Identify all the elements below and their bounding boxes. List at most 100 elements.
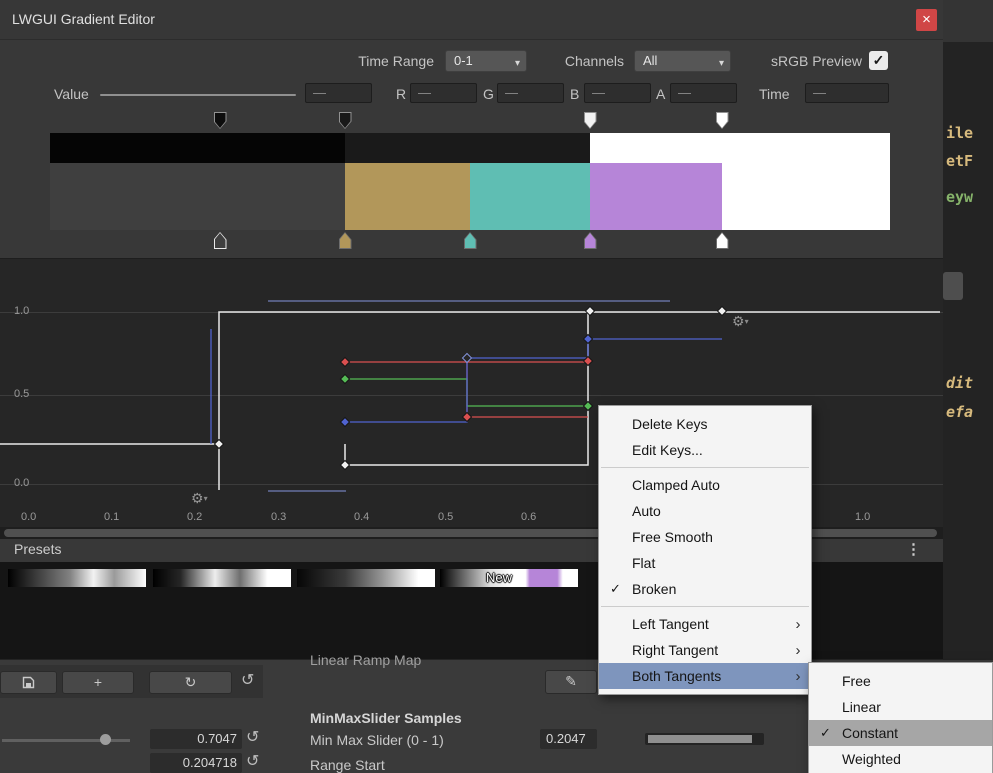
- window-titlebar[interactable]: LWGUI Gradient Editor ×: [0, 0, 943, 40]
- menu-item-free-smooth[interactable]: Free Smooth: [599, 524, 811, 550]
- gear-dropdown-arrow-icon: ▾: [745, 317, 749, 326]
- menu-item-label: Left Tangent: [632, 616, 785, 632]
- kebab-menu-icon[interactable]: ⋮: [906, 540, 921, 558]
- g-field[interactable]: —: [497, 83, 564, 103]
- channels-label: Channels: [548, 53, 624, 69]
- gear-icon: ⚙: [191, 490, 204, 506]
- ramp-map-label: Linear Ramp Map: [310, 652, 421, 668]
- menu-item-label: Free: [842, 673, 966, 689]
- menu-item-right-tangent[interactable]: Right Tangent›: [599, 637, 811, 663]
- curve-key[interactable]: [341, 418, 350, 427]
- menu-item-label: Both Tangents: [632, 668, 785, 684]
- curve-settings-gear[interactable]: ⚙▾: [191, 490, 208, 507]
- menu-item-flat[interactable]: Flat: [599, 550, 811, 576]
- color-key-marker[interactable]: [464, 232, 477, 249]
- curve-key[interactable]: [341, 358, 350, 367]
- code-editor-top: [943, 0, 993, 42]
- curve-key[interactable]: [718, 307, 727, 316]
- gradient-alpha-strip[interactable]: [50, 133, 890, 163]
- revert-icon[interactable]: ↺: [246, 730, 259, 746]
- inspector-section-title: MinMaxSlider Samples: [310, 710, 462, 726]
- close-button[interactable]: ×: [916, 9, 937, 31]
- curve-key[interactable]: [341, 461, 350, 470]
- menu-item-broken[interactable]: ✓Broken: [599, 576, 811, 602]
- time-range-value: 0-1: [454, 53, 473, 68]
- menu-item-both-tangents[interactable]: Both Tangents›: [599, 663, 811, 689]
- menu-item-left-tangent[interactable]: Left Tangent›: [599, 611, 811, 637]
- preset-swatch[interactable]: [8, 569, 146, 587]
- curve-key[interactable]: [463, 413, 472, 422]
- curve-key[interactable]: [584, 335, 593, 344]
- minmax-slider-range[interactable]: [648, 735, 752, 743]
- color-key-row[interactable]: [50, 232, 890, 250]
- color-key-marker[interactable]: [584, 232, 597, 249]
- curve-settings-gear[interactable]: ⚙▾: [732, 313, 749, 330]
- gear-icon: ⚙: [732, 313, 745, 329]
- menu-item-weighted[interactable]: Weighted: [809, 746, 992, 772]
- g-label: G: [483, 86, 494, 102]
- inspector-value-field[interactable]: 0.7047: [150, 729, 242, 749]
- value-field[interactable]: —: [305, 83, 372, 103]
- revert-icon[interactable]: ↺: [246, 754, 259, 770]
- curve-segment: [219, 312, 940, 490]
- x-axis-label: 0.3: [271, 511, 286, 523]
- color-key-color: [585, 233, 596, 248]
- time-range-dropdown[interactable]: 0-1 ▾: [445, 50, 527, 72]
- menu-item-free[interactable]: Free: [809, 668, 992, 694]
- menu-item-label: Constant: [842, 725, 966, 741]
- menu-separator: [601, 606, 809, 607]
- alpha-key-color: [717, 113, 728, 128]
- preset-swatch[interactable]: [153, 569, 291, 587]
- menu-item-edit-keys[interactable]: Edit Keys...: [599, 437, 811, 463]
- add-preset-button[interactable]: +: [62, 671, 134, 694]
- code-text-fragment: etF: [946, 152, 973, 170]
- preset-swatch[interactable]: [297, 569, 435, 587]
- srgb-preview-checkbox[interactable]: ✓: [869, 51, 888, 70]
- context-menu: Delete KeysEdit Keys...Clamped AutoAutoF…: [598, 405, 812, 695]
- x-axis-label: 1.0: [855, 511, 870, 523]
- refresh-button[interactable]: ↻: [149, 671, 232, 694]
- menu-item-delete-keys[interactable]: Delete Keys: [599, 411, 811, 437]
- gradient-edit-button[interactable]: ✎: [545, 670, 597, 694]
- code-text-fragment: dit: [946, 374, 973, 392]
- alpha-key-marker[interactable]: [214, 112, 227, 129]
- y-axis-label: 0.0: [14, 477, 29, 489]
- code-scrollbar-thumb[interactable]: [943, 272, 963, 300]
- x-axis-label: 0.2: [187, 511, 202, 523]
- minmax-value-field[interactable]: 0.2047: [540, 729, 597, 749]
- chevron-down-icon: ▾: [719, 54, 724, 74]
- alpha-key-marker[interactable]: [339, 112, 352, 129]
- inspector-slider-handle[interactable]: [100, 734, 111, 745]
- x-axis-label: 0.6: [521, 511, 536, 523]
- color-key-marker[interactable]: [214, 232, 227, 249]
- b-field[interactable]: —: [584, 83, 651, 103]
- curve-key[interactable]: [215, 440, 224, 449]
- alpha-key-marker[interactable]: [584, 112, 597, 129]
- code-text-fragment: efa: [946, 403, 973, 421]
- save-preset-button[interactable]: [0, 671, 57, 694]
- menu-item-constant[interactable]: ✓Constant: [809, 720, 992, 746]
- curve-key[interactable]: [463, 354, 472, 363]
- color-key-marker[interactable]: [716, 232, 729, 249]
- alpha-key-marker[interactable]: [716, 112, 729, 129]
- curve-key[interactable]: [341, 375, 350, 384]
- preset-swatch[interactable]: New: [440, 569, 578, 587]
- inspector-value-field[interactable]: 0.204718: [150, 753, 242, 773]
- menu-item-linear[interactable]: Linear: [809, 694, 992, 720]
- check-icon: ✓: [599, 581, 632, 597]
- value-slider[interactable]: [100, 94, 296, 96]
- menu-item-clamped-auto[interactable]: Clamped Auto: [599, 472, 811, 498]
- menu-item-auto[interactable]: Auto: [599, 498, 811, 524]
- revert-icon[interactable]: ↺: [241, 673, 254, 689]
- menu-item-label: Clamped Auto: [632, 477, 785, 493]
- curve-key[interactable]: [584, 402, 593, 411]
- channels-dropdown[interactable]: All ▾: [634, 50, 731, 72]
- curve-key[interactable]: [586, 307, 595, 316]
- a-field[interactable]: —: [670, 83, 737, 103]
- color-key-marker[interactable]: [339, 232, 352, 249]
- r-field[interactable]: —: [410, 83, 477, 103]
- alpha-key-row[interactable]: [50, 112, 890, 130]
- gradient-color-strip[interactable]: [50, 163, 890, 230]
- color-key-color: [465, 233, 476, 248]
- time-field[interactable]: —: [805, 83, 889, 103]
